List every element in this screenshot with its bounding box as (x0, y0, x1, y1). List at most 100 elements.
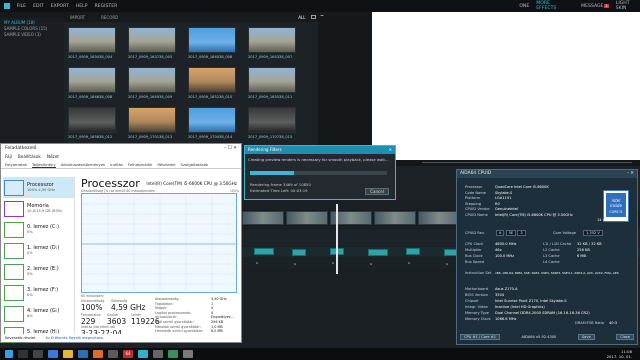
media-thumbnail[interactable] (128, 67, 176, 93)
tab-performance[interactable]: Teljesítmény (32, 162, 56, 168)
aida64-cpuid-window: AIDA64 CPUID – ✕ Processor QuadCore Intel… (456, 169, 638, 345)
tm-resource-item[interactable]: Processzor 100% 4,59 GHz (3, 177, 74, 198)
resource-monitor-link[interactable]: Az Erőforrás-figyelő megnyitása (46, 336, 103, 340)
store-icon[interactable] (78, 350, 88, 358)
firefox-icon[interactable] (93, 350, 103, 358)
menu-export[interactable]: EXPORT (51, 4, 69, 9)
filter-all[interactable]: ALL (298, 15, 305, 20)
save-button[interactable]: Save (577, 334, 595, 340)
dialog-close-icon[interactable]: ✕ (389, 147, 392, 153)
tm-resource-item[interactable]: Memória 10,0/15,9 GB (63%) (3, 198, 74, 219)
media-thumbnail[interactable] (68, 107, 116, 133)
render-progress-bar (250, 171, 387, 175)
tm-window-controls[interactable]: – ☐ ✕ (224, 146, 237, 152)
aida-titlebar: AIDA64 CPUID – ✕ (457, 170, 637, 178)
graph-time: 60 másodperc (81, 294, 104, 298)
tm-resource-item[interactable]: 3. lemez (F:) 0% (3, 282, 74, 303)
aida-board-row: Chipset Intel Sunrise Point Z170, Intel S… (465, 299, 567, 303)
tm-resource-item[interactable]: 0. lemez (C:) 0% (3, 219, 74, 240)
util-value: 100% (81, 303, 103, 312)
process-node: 14 nm (597, 218, 609, 222)
media-thumbnail[interactable] (188, 27, 236, 53)
import-tab[interactable]: IMPORT (70, 15, 85, 20)
album-item[interactable]: SAMPLE VIDEO (3) (4, 32, 60, 38)
tm-menu-settings[interactable]: Beállítások (18, 154, 41, 161)
core-voltage: Core Voltage 1.352 V (553, 230, 603, 236)
video-clip[interactable] (418, 211, 460, 225)
tab-app-history[interactable]: Alkalmazáselőzmények (61, 162, 105, 167)
editor-taskbar-icon[interactable] (138, 350, 148, 358)
tab-users[interactable]: Felhasználók (128, 162, 152, 167)
audio-clip[interactable]: 1 (292, 249, 306, 266)
menu-file[interactable]: FILE (17, 4, 26, 9)
rev-stepping: 3 (517, 230, 526, 236)
cancel-button[interactable]: Cancel (365, 188, 389, 195)
grid-view-icon[interactable] (311, 15, 317, 19)
app-icon[interactable] (108, 350, 118, 358)
windows-taskbar: 64 11:08 2017. 10. 01. (0, 348, 640, 360)
tab-startup[interactable]: Indítás (110, 162, 123, 167)
more-effects-link[interactable]: MORE EFFECTS (536, 1, 569, 11)
audio-clip[interactable]: 1 (254, 248, 274, 265)
media-thumbnail-label: 2017_0909_165838_012 (68, 135, 113, 139)
message-badge: 1 (604, 4, 609, 8)
message-link[interactable]: MESSAGE (581, 4, 603, 9)
tm-menu-view[interactable]: Nézet (47, 154, 59, 161)
menu-register[interactable]: REGISTER (94, 4, 117, 9)
search-icon[interactable] (18, 350, 28, 358)
media-thumbnail[interactable] (68, 67, 116, 93)
tm-footer: Kevesebb részlet Az Erőforrás-figyelő me… (1, 334, 241, 342)
dialog-title: Rendering Filters (248, 147, 282, 152)
media-thumbnail[interactable] (188, 67, 236, 93)
start-icon[interactable] (5, 350, 13, 358)
tm-titlebar: Feladatkezelő – ☐ ✕ (1, 144, 241, 154)
media-thumbnail-label: 2017_0909_164338_007 (248, 55, 293, 59)
aida64-taskbar-icon[interactable]: 64 (123, 350, 133, 358)
settings-icon[interactable] (153, 350, 163, 358)
aida-board-row: Integr. Video Inactive (Intel HD Graphics… (465, 305, 545, 309)
aida-window-controls[interactable]: – ✕ (627, 171, 634, 177)
editor-menu-icon[interactable] (4, 3, 10, 9)
tm-menu-file[interactable]: Fájl (5, 154, 12, 161)
browser-icon[interactable] (48, 350, 58, 358)
tab-processes[interactable]: Folyamatok (5, 162, 27, 167)
media-thumbnail[interactable] (248, 107, 296, 133)
system-clock[interactable]: 11:08 2017. 10. 01. (607, 349, 632, 359)
media-thumbnail[interactable] (68, 27, 116, 53)
video-clip[interactable] (286, 211, 328, 225)
media-grid: 2017_0909_163438_004 2017_0909_163738_005… (68, 27, 308, 147)
video-clip[interactable] (242, 211, 284, 225)
media-thumbnail[interactable] (188, 107, 236, 133)
media-thumbnail[interactable] (128, 27, 176, 53)
folder-icon[interactable] (63, 350, 73, 358)
task-view-icon[interactable] (33, 350, 43, 358)
menu-one[interactable]: ONE (519, 4, 529, 9)
tm-resource-value: 100% 4,59 GHz (27, 188, 55, 193)
cpu-detail-label: Második szintű gyorsítótár: (155, 324, 201, 329)
render-status-time: Estimated Time Left: 00:03:19 (250, 188, 308, 193)
cpu-core-select[interactable]: CPU #1 / Core #1 (460, 334, 500, 340)
menu-edit[interactable]: EDIT (33, 4, 44, 9)
task-manager-taskbar-icon[interactable] (168, 350, 178, 358)
tab-details[interactable]: Részletek (157, 162, 175, 167)
record-tab[interactable]: RECORD (101, 15, 118, 20)
media-thumbnail[interactable] (248, 27, 296, 53)
preview-progress[interactable] (422, 162, 632, 163)
close-button[interactable]: Close (616, 334, 634, 340)
playhead[interactable] (336, 204, 338, 274)
app-icon-2[interactable] (183, 350, 193, 358)
menu-help[interactable]: HELP (76, 4, 88, 9)
intel-model-text: CORE i5 (609, 210, 623, 214)
light-skin-toggle[interactable]: LIGHT SKIN (616, 1, 640, 11)
fewer-details-link[interactable]: Kevesebb részlet (5, 336, 36, 340)
tm-resource-item[interactable]: 4. lemez (G:) 6% (3, 303, 74, 324)
video-clip[interactable] (374, 211, 416, 225)
tab-services[interactable]: Szolgáltatások (181, 162, 209, 167)
aida-info-row: Processor QuadCore Intel Core i5-6600K (465, 185, 549, 189)
media-thumbnail[interactable] (248, 67, 296, 93)
tm-resource-item[interactable]: 1. lemez (D:) 0% (3, 240, 74, 261)
tm-resource-item[interactable]: 2. lemez (E:) 0% (3, 261, 74, 282)
audio-clip[interactable]: 1 (406, 248, 420, 265)
audio-clip[interactable]: 1 (368, 249, 388, 266)
media-thumbnail[interactable] (128, 107, 176, 133)
